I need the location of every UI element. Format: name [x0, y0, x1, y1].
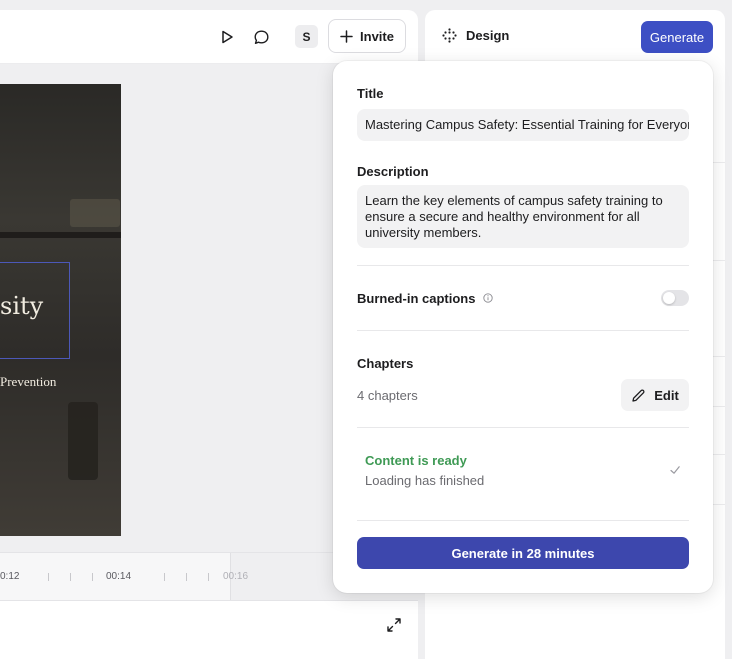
timeline-tick	[70, 573, 71, 581]
play-button[interactable]	[214, 24, 240, 50]
panel-divider	[713, 406, 725, 407]
slide-background-shape	[70, 199, 120, 227]
tab-design-label: Design	[466, 28, 510, 43]
edit-label: Edit	[654, 387, 679, 403]
title-input[interactable]: Mastering Campus Safety: Essential Train…	[357, 109, 689, 141]
timeline-tick	[48, 573, 49, 581]
timeline-time: 00:16	[223, 571, 249, 582]
info-icon[interactable]	[483, 293, 493, 303]
play-icon	[222, 30, 233, 44]
generate-confirm-button[interactable]: Generate in 28 minutes	[357, 537, 689, 569]
timeline-tick	[92, 573, 93, 581]
slide-background-object	[68, 402, 98, 480]
editor-bottom-bar	[0, 600, 418, 659]
expand-button[interactable]	[385, 616, 403, 634]
edit-chapters-button[interactable]: Edit	[621, 379, 689, 411]
plus-icon	[340, 29, 353, 43]
divider	[357, 330, 689, 331]
timeline-tick	[164, 573, 165, 581]
captions-toggle[interactable]	[661, 290, 689, 306]
description-textarea[interactable]: Learn the key elements of campus safety …	[357, 185, 689, 248]
pencil-icon	[632, 389, 645, 402]
generate-button[interactable]: Generate	[641, 21, 713, 53]
invite-button[interactable]: Invite	[328, 19, 406, 53]
slide-subheadline[interactable]: Prevention	[0, 374, 56, 390]
comment-button[interactable]	[248, 24, 274, 50]
editor-toolbar: S Invite	[0, 10, 418, 64]
panel-divider	[713, 260, 725, 261]
comment-icon	[254, 30, 268, 44]
status-subtitle: Loading has finished	[365, 473, 485, 488]
title-label: Title	[357, 86, 384, 101]
status-title: Content is ready	[365, 453, 467, 468]
design-panel-header: Design Generate	[425, 10, 725, 65]
panel-divider	[713, 162, 725, 163]
divider	[357, 520, 689, 521]
invite-label: Invite	[360, 28, 394, 44]
timeline-time: 00:14	[106, 571, 132, 582]
timeline-tick	[208, 573, 209, 581]
slide-background-shelf	[0, 232, 121, 238]
captions-label: Burned-in captions	[357, 291, 476, 306]
description-label: Description	[357, 164, 429, 179]
timeline-tick	[186, 573, 187, 581]
generate-popover: Title Mastering Campus Safety: Essential…	[333, 61, 713, 593]
divider	[357, 427, 689, 428]
timeline-time: 0:12	[0, 571, 20, 582]
chapters-count: 4 chapters	[357, 388, 418, 403]
divider	[357, 265, 689, 266]
chapters-label: Chapters	[357, 356, 414, 371]
toggle-knob	[663, 292, 675, 304]
expand-icon	[387, 618, 401, 632]
slide-headline[interactable]: sity	[0, 292, 43, 320]
panel-divider	[713, 504, 725, 505]
panel-divider	[713, 454, 725, 455]
slide-preview[interactable]: sity Prevention	[0, 84, 121, 536]
tab-design[interactable]: Design	[442, 28, 509, 43]
panel-divider	[713, 356, 725, 357]
check-icon	[670, 466, 680, 474]
dots-grid-icon	[442, 28, 457, 43]
user-avatar[interactable]: S	[295, 25, 318, 48]
